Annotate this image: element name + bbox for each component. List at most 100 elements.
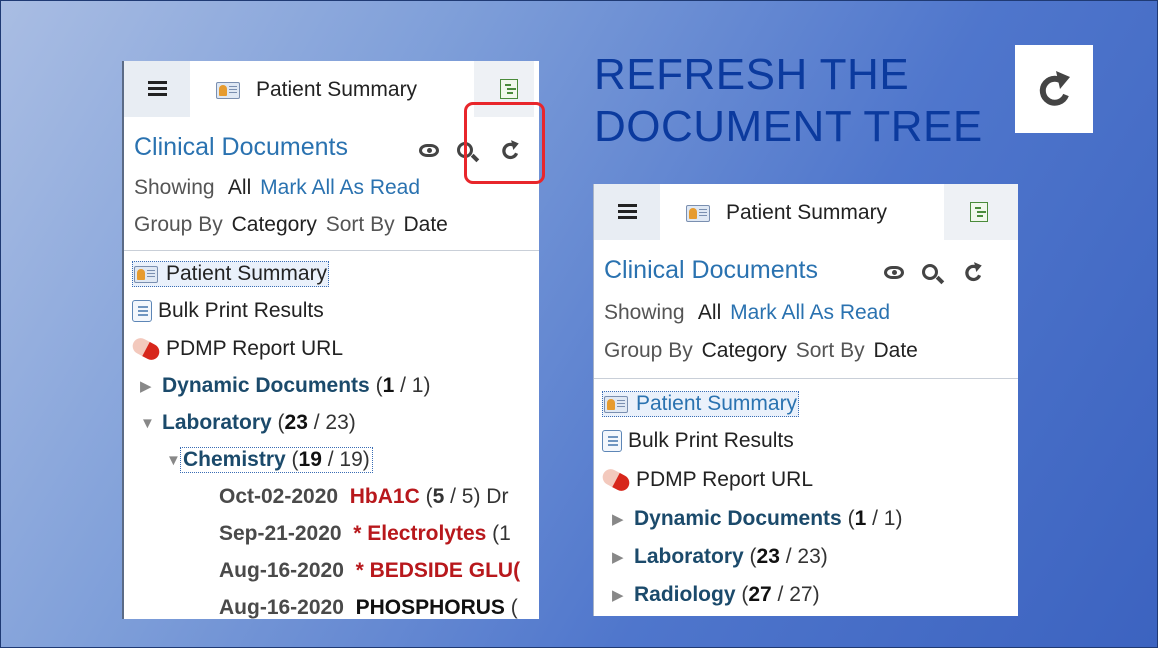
tree-node-laboratory[interactable]: ▶ Laboratory (23 / 23) bbox=[612, 545, 828, 569]
node-label: Laboratory bbox=[634, 545, 744, 568]
slide-title-line-2: DOCUMENT TREE bbox=[594, 102, 983, 151]
tree-item-label: PDMP Report URL bbox=[166, 337, 344, 360]
document-name: * BEDSIDE GLU( bbox=[355, 559, 521, 582]
group-by-label: Group By bbox=[134, 213, 223, 236]
document-name: HbA1C bbox=[349, 485, 420, 508]
expanded-arrow-icon[interactable]: ▼ bbox=[166, 452, 181, 469]
unread-count: 5 bbox=[432, 485, 445, 508]
sort-by-label: Sort By bbox=[795, 339, 865, 362]
count-open: ( bbox=[419, 485, 433, 508]
group-sort-row: Group By Category Sort By Date bbox=[604, 339, 918, 363]
mark-all-as-read-link[interactable]: Mark All As Read bbox=[730, 301, 890, 324]
total-count: / 23) bbox=[779, 545, 828, 568]
collapsed-arrow-icon[interactable]: ▶ bbox=[612, 548, 624, 566]
group-by-value[interactable]: Category bbox=[702, 339, 787, 362]
total-count: / 27) bbox=[771, 583, 820, 606]
document-row[interactable]: Aug-16-2020 PHOSPHORUS ( bbox=[219, 596, 518, 619]
toolbar-icons bbox=[884, 260, 984, 284]
slide-title-line-1: REFRESH THE bbox=[594, 50, 910, 99]
sort-by-label: Sort By bbox=[325, 213, 395, 236]
document-date: Aug-16-2020 bbox=[219, 596, 344, 619]
tree-item-bulk-print[interactable]: Bulk Print Results bbox=[132, 299, 324, 323]
patient-summary-icon bbox=[604, 393, 630, 415]
document-row[interactable]: Sep-21-2020 * Electrolytes (1 bbox=[219, 522, 511, 546]
unread-count: 23 bbox=[756, 545, 780, 568]
tree-item-label: Patient Summary bbox=[166, 262, 328, 285]
menu-button[interactable] bbox=[124, 61, 190, 117]
group-by-value[interactable]: Category bbox=[232, 213, 317, 236]
tree-item-label: Bulk Print Results bbox=[628, 429, 794, 452]
slide-title: REFRESH THE DOCUMENT TREE bbox=[594, 49, 1014, 153]
node-label: Radiology bbox=[634, 583, 736, 606]
refresh-icon bbox=[1039, 71, 1070, 106]
tree-item-patient-summary[interactable]: Patient Summary bbox=[132, 261, 330, 287]
tree-node-laboratory[interactable]: ▼ Laboratory (23 / 23) bbox=[140, 411, 356, 435]
unread-count: 27 bbox=[748, 583, 772, 606]
group-sort-row: Group By Category Sort By Date bbox=[134, 213, 448, 237]
total-count: / 1) bbox=[866, 507, 903, 530]
tab-patient-summary[interactable]: Patient Summary bbox=[190, 61, 470, 119]
refresh-icon-callout bbox=[1015, 45, 1093, 133]
count-open: ( bbox=[375, 374, 383, 397]
sort-by-value[interactable]: Date bbox=[873, 339, 917, 362]
count-open: ( bbox=[847, 507, 855, 530]
count-open: ( bbox=[749, 545, 757, 568]
tree-item-label: PDMP Report URL bbox=[636, 468, 814, 491]
tree-item-pdmp[interactable]: PDMP Report URL bbox=[602, 468, 813, 492]
tree-node-chemistry[interactable]: ▼ Chemistry (19 / 19) bbox=[166, 447, 373, 473]
tree-item-pdmp[interactable]: PDMP Report URL bbox=[132, 337, 343, 361]
total-count: / 1) bbox=[394, 374, 431, 397]
section-title: Clinical Documents bbox=[134, 133, 348, 161]
collapsed-arrow-icon[interactable]: ▶ bbox=[612, 510, 624, 528]
expanded-arrow-icon[interactable]: ▼ bbox=[140, 415, 155, 432]
node-label: Chemistry bbox=[183, 448, 286, 471]
document-row[interactable]: Oct-02-2020 HbA1C (5 / 5) Dr bbox=[219, 485, 508, 509]
tab-label: Patient Summary bbox=[256, 78, 418, 101]
eye-icon[interactable] bbox=[884, 265, 904, 279]
pill-icon bbox=[600, 466, 632, 493]
tab-patient-summary[interactable]: Patient Summary bbox=[660, 184, 940, 242]
menu-button[interactable] bbox=[594, 184, 660, 240]
search-icon[interactable] bbox=[922, 264, 938, 280]
tree-item-patient-summary[interactable]: Patient Summary bbox=[602, 391, 800, 417]
refresh-icon[interactable] bbox=[962, 260, 984, 284]
document-date: Aug-16-2020 bbox=[219, 559, 344, 582]
hamburger-icon bbox=[617, 204, 637, 220]
tab-bar: Patient Summary bbox=[594, 184, 1018, 242]
patient-summary-icon bbox=[686, 202, 712, 224]
tree-node-dynamic-documents[interactable]: ▶ Dynamic Documents (1 / 1) bbox=[140, 374, 430, 398]
count-open: ( bbox=[277, 411, 285, 434]
section-title: Clinical Documents bbox=[604, 256, 818, 284]
sort-by-value[interactable]: Date bbox=[403, 213, 447, 236]
showing-label: Showing bbox=[604, 301, 685, 324]
count-open: ( bbox=[291, 448, 299, 471]
tree-item-bulk-print[interactable]: Bulk Print Results bbox=[602, 429, 794, 453]
total-count: / 19) bbox=[321, 448, 370, 471]
document-rest: (1 bbox=[486, 522, 511, 545]
collapsed-arrow-icon[interactable]: ▶ bbox=[140, 377, 152, 395]
tree-node-dynamic-documents[interactable]: ▶ Dynamic Documents (1 / 1) bbox=[612, 507, 902, 531]
tree-node-radiology[interactable]: ▶ Radiology (27 / 27) bbox=[612, 583, 820, 607]
document-row[interactable]: Aug-16-2020 * BEDSIDE GLU( bbox=[219, 559, 520, 583]
collapsed-arrow-icon[interactable]: ▶ bbox=[612, 586, 624, 604]
tab-next[interactable] bbox=[944, 184, 1018, 240]
eye-icon[interactable] bbox=[419, 143, 439, 157]
document-date: Sep-21-2020 bbox=[219, 522, 342, 545]
node-label: Dynamic Documents bbox=[162, 374, 370, 397]
document-tree-icon bbox=[500, 79, 518, 99]
unread-count: 1 bbox=[854, 507, 867, 530]
tab-label: Patient Summary bbox=[726, 201, 888, 224]
refresh-highlight-box bbox=[464, 102, 545, 184]
showing-value[interactable]: All bbox=[228, 176, 251, 199]
unread-count: 1 bbox=[382, 374, 395, 397]
mark-all-as-read-link[interactable]: Mark All As Read bbox=[260, 176, 420, 199]
document-tree-icon bbox=[970, 202, 988, 222]
showing-value[interactable]: All bbox=[698, 301, 721, 324]
pill-icon bbox=[130, 335, 162, 362]
patient-summary-icon bbox=[216, 79, 242, 101]
document-rest: ( bbox=[504, 596, 518, 619]
document-name: * Electrolytes bbox=[353, 522, 487, 545]
showing-label: Showing bbox=[134, 176, 215, 199]
tree-item-label: Bulk Print Results bbox=[158, 299, 324, 322]
node-label: Laboratory bbox=[162, 411, 272, 434]
